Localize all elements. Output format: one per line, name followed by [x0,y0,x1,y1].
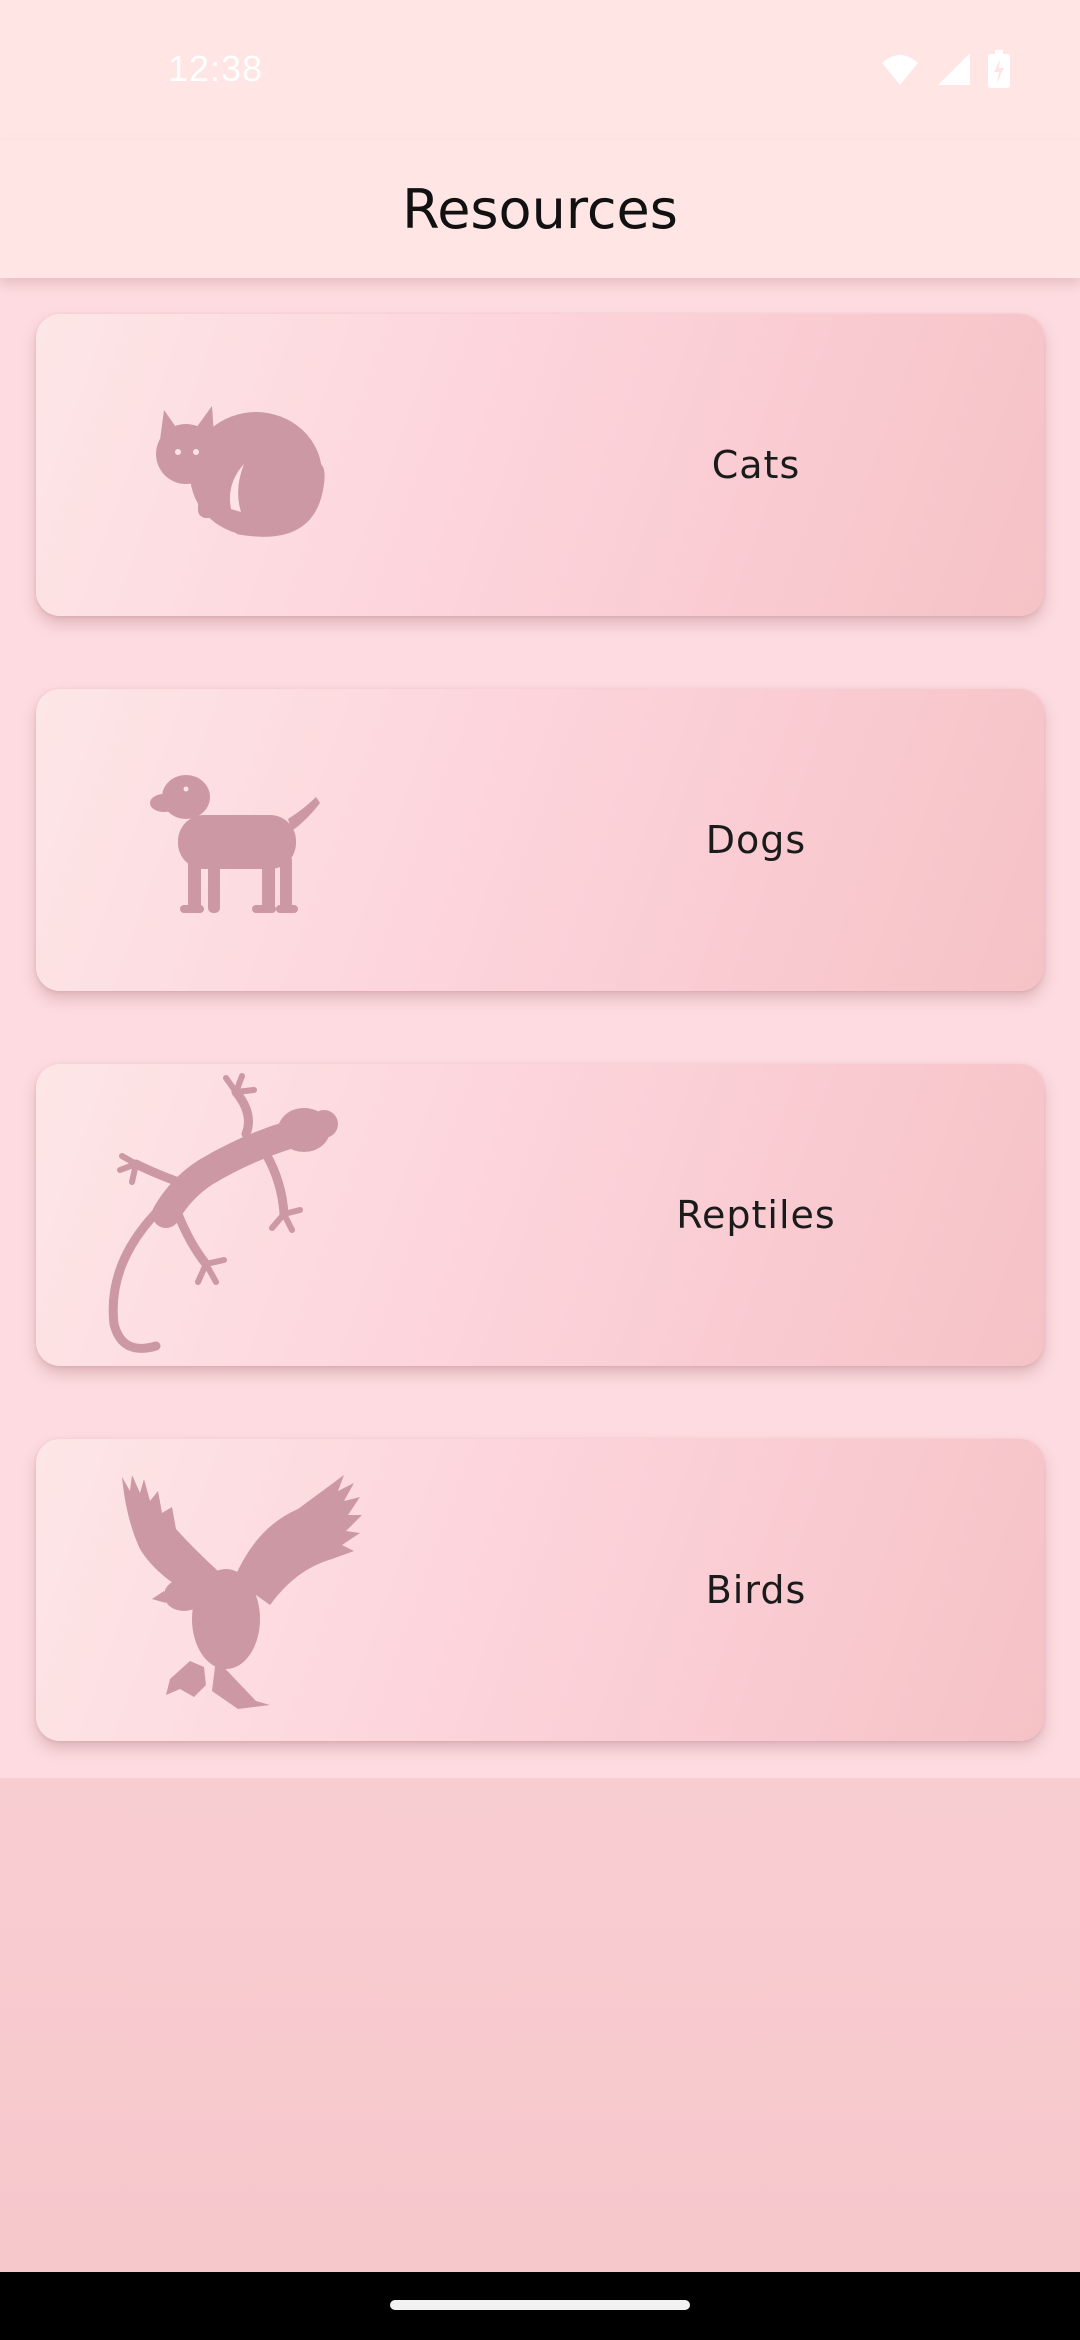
category-label-reptiles: Reptiles [676,1193,836,1237]
dog-icon [66,689,386,991]
lizard-icon [66,1064,386,1366]
wifi-icon [882,55,918,85]
status-time: 12:38 [168,48,264,89]
category-label-birds: Birds [705,1568,807,1612]
category-card-dogs[interactable]: Dogs [36,689,1044,991]
category-card-reptiles[interactable]: Reptiles [36,1064,1044,1366]
eagle-icon [66,1439,386,1741]
status-icons [880,50,1010,88]
page-title: Resources [402,178,678,241]
category-card-birds[interactable]: Birds [36,1439,1044,1741]
category-label-cats: Cats [711,443,801,487]
category-list[interactable]: Cats Dogs Reptiles Birds [0,278,1080,1778]
app-bar: Resources [0,140,1080,278]
category-label-dogs: Dogs [705,818,807,862]
cat-icon [66,314,386,616]
battery-charging-icon [988,50,1010,88]
status-bar: 12:38 [0,0,1080,140]
cellular-signal-icon [938,53,970,85]
category-card-cats[interactable]: Cats [36,314,1044,616]
home-gesture-handle[interactable] [390,2300,690,2310]
navigation-bar [0,2272,1080,2340]
